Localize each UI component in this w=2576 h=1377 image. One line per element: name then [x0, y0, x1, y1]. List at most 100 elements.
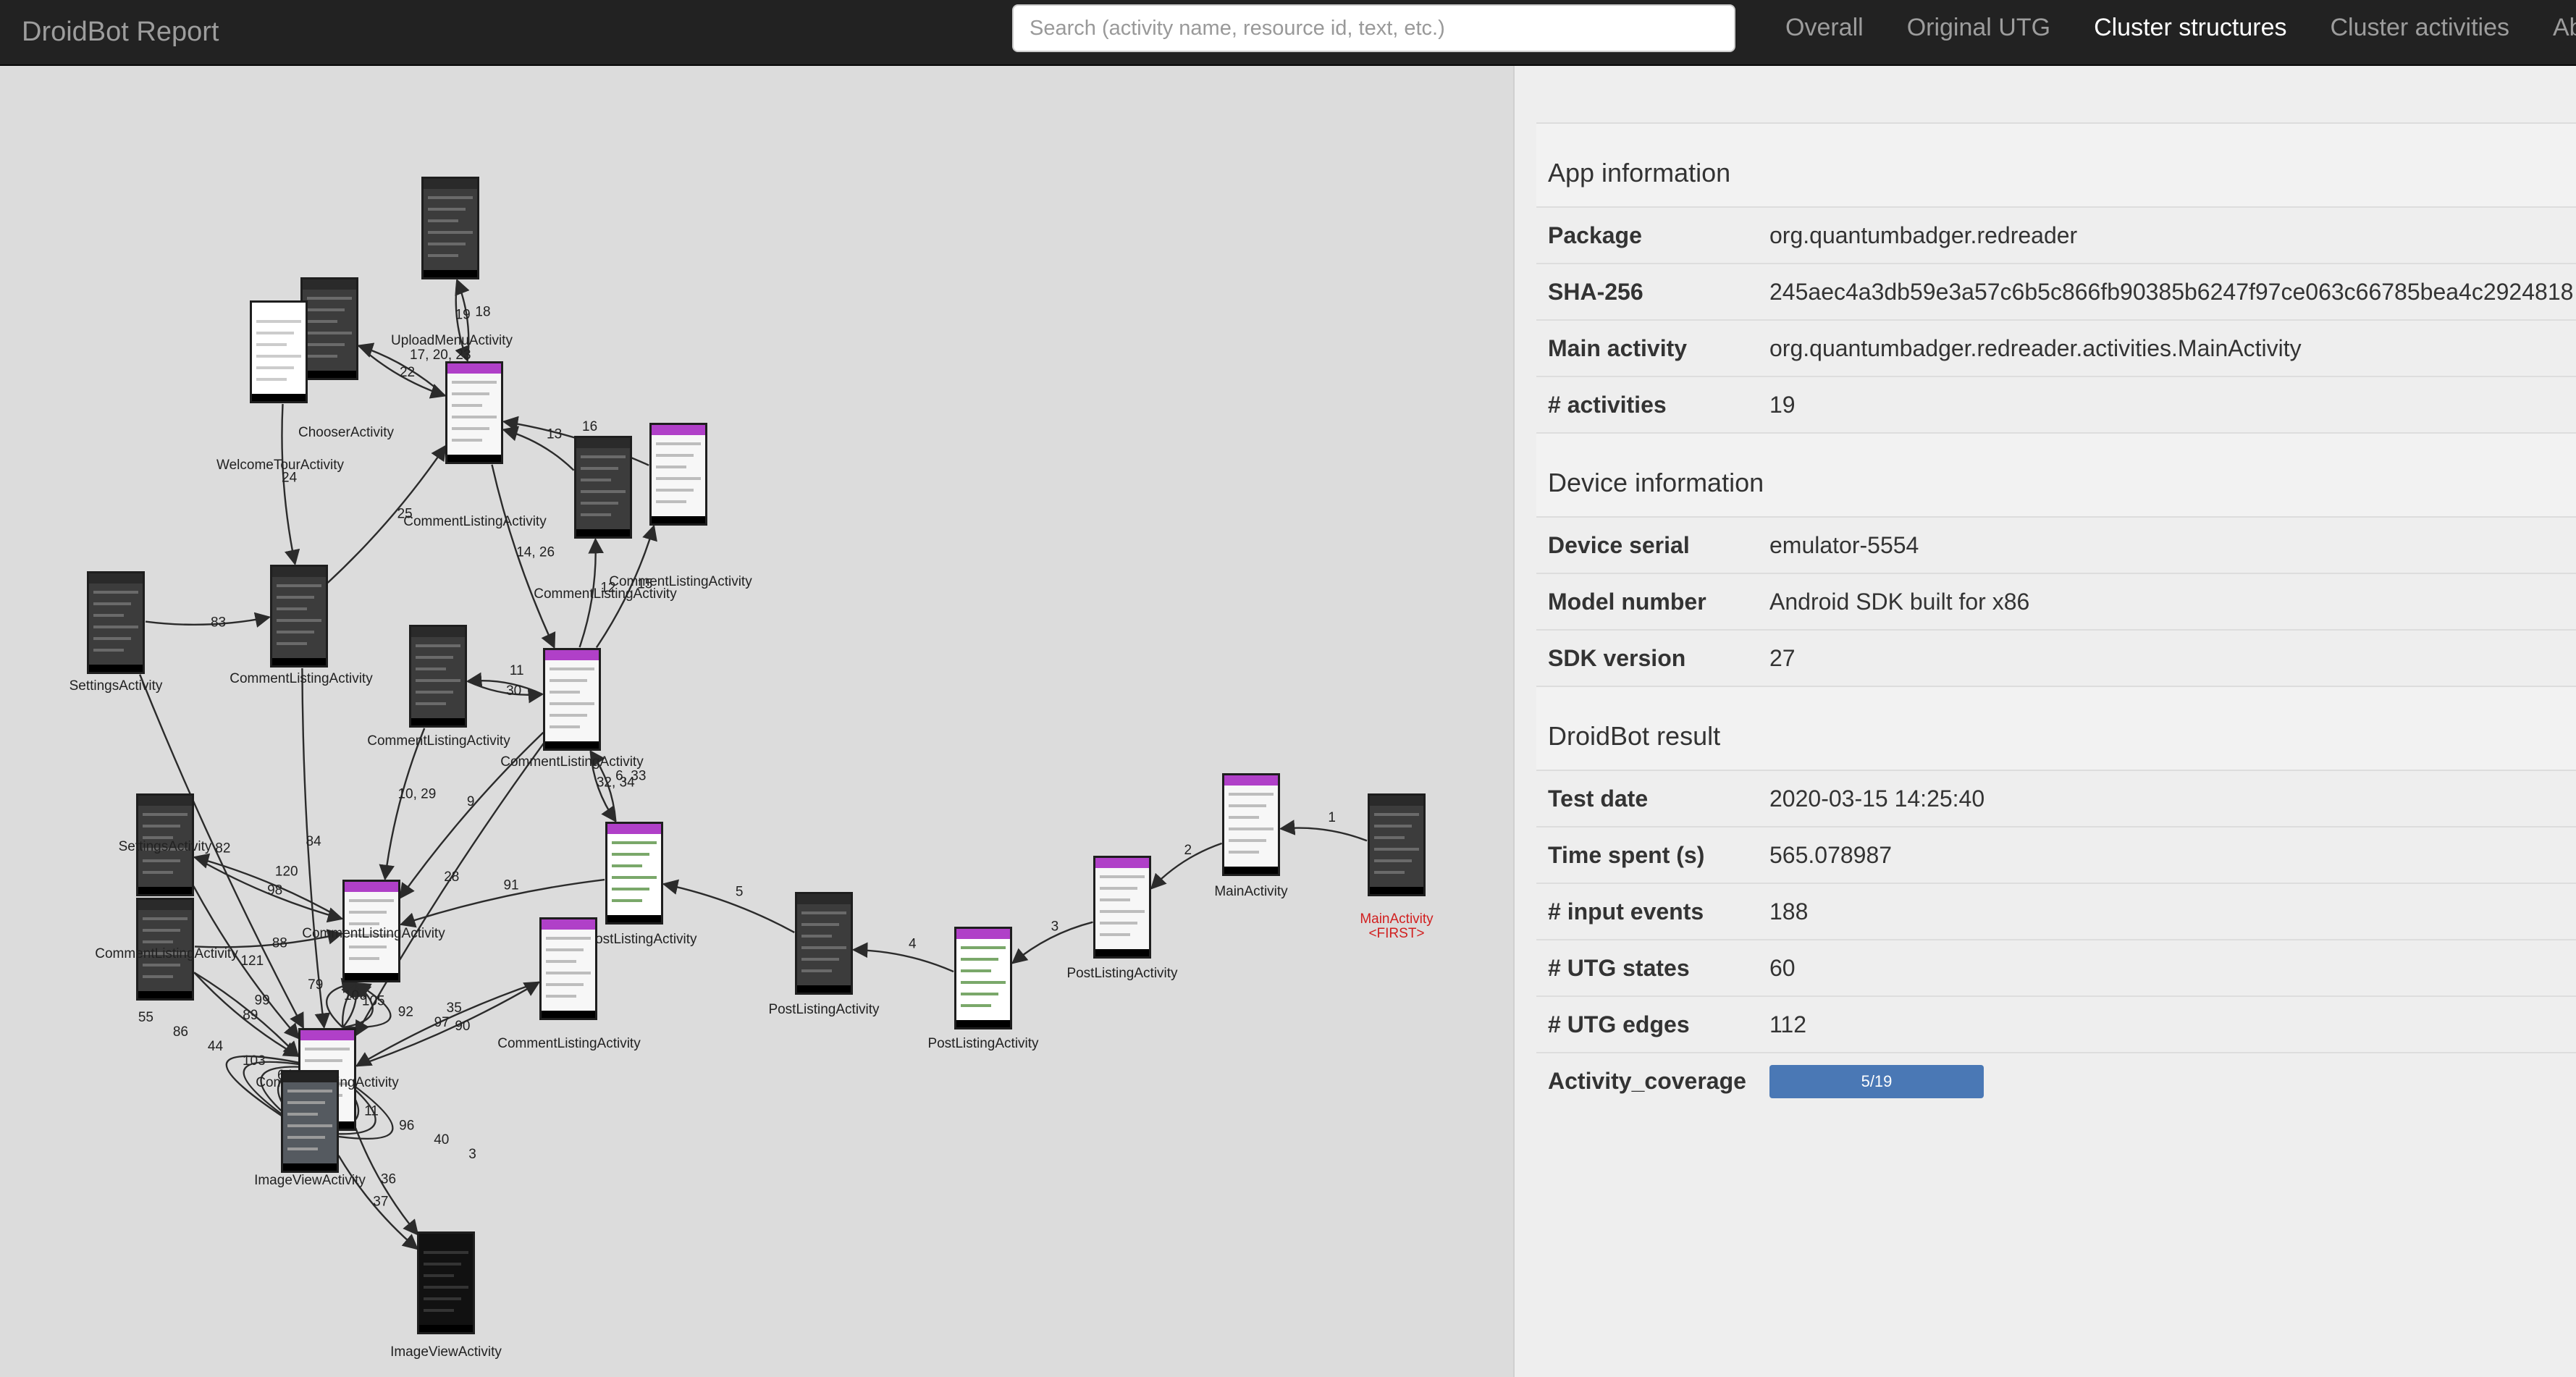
- node-content-line: [801, 923, 839, 926]
- node-content-line: [801, 958, 839, 961]
- info-key: Device serial: [1536, 516, 1758, 573]
- graph-node-comment-mid[interactable]: CommentListingActivity: [302, 880, 445, 982]
- nav-overall[interactable]: Overall: [1764, 0, 1885, 55]
- graph-edge[interactable]: [502, 426, 575, 471]
- graph-node-image2[interactable]: ImageViewActivity: [390, 1231, 502, 1360]
- graph-node-main-first[interactable]: MainActivity<FIRST>: [1360, 793, 1434, 941]
- info-value: 565.078987: [1758, 826, 2576, 883]
- node-screenshot: [447, 363, 501, 462]
- node-nav-bar: [283, 1163, 337, 1171]
- brand-title[interactable]: DroidBot Report: [22, 13, 219, 51]
- nav-about[interactable]: About: [2531, 0, 2576, 55]
- graph-edge[interactable]: [851, 942, 954, 973]
- edge-label: 89: [243, 1008, 258, 1023]
- graph-edge[interactable]: [145, 612, 272, 628]
- node-content-line: [961, 1004, 991, 1007]
- graph-node-postlist-a[interactable]: PostListingActivity: [768, 892, 880, 1017]
- info-key: # activities: [1536, 376, 1758, 433]
- node-screenshot: [252, 303, 306, 401]
- info-value: 19: [1758, 376, 2576, 433]
- node-content-line: [256, 378, 287, 381]
- node-content-line: [656, 442, 701, 445]
- node-header-bar: [272, 567, 326, 577]
- node-content-line: [143, 975, 173, 978]
- nav-links: Overall Original UTG Cluster structures …: [1764, 0, 2576, 55]
- utg-graph[interactable]: 123456, 3332, 34113092814, 2612161315181…: [0, 66, 1513, 1377]
- edge-label: 37: [373, 1195, 388, 1210]
- node-label: SettingsActivity: [119, 839, 212, 854]
- edge-label: 19: [455, 307, 471, 322]
- node-screenshot: [1095, 858, 1149, 956]
- node-screenshot: [419, 1234, 473, 1332]
- search-input[interactable]: [1012, 4, 1735, 52]
- node-content-line: [277, 596, 314, 599]
- node-content-line: [546, 937, 591, 940]
- nav-cluster-activities[interactable]: Cluster activities: [2308, 0, 2531, 55]
- graph-node-settings2[interactable]: SettingsActivity: [119, 793, 212, 896]
- node-content-line: [93, 614, 124, 617]
- graph-node-postlist-b[interactable]: PostListingActivity: [927, 927, 1039, 1051]
- nav-cluster-structures[interactable]: Cluster structures: [2072, 0, 2308, 55]
- droidbot-result-heading: DroidBot result: [1536, 686, 2576, 770]
- info-key: Model number: [1536, 573, 1758, 630]
- node-content-line: [961, 958, 998, 961]
- edge-label: 14, 26: [516, 545, 555, 560]
- node-nav-bar: [607, 915, 661, 922]
- graph-node-comment-left[interactable]: CommentListingActivity: [95, 898, 238, 1001]
- graph-edge[interactable]: [379, 728, 426, 881]
- graph-node-comment-dialog[interactable]: CommentListingActivity: [367, 625, 510, 749]
- graph-edge[interactable]: [1279, 820, 1368, 842]
- edge-label: 92: [398, 1004, 413, 1019]
- node-label: CommentListingActivity: [302, 926, 445, 941]
- node-content-line: [546, 948, 584, 951]
- node-header-bar: [797, 894, 851, 904]
- graph-node-upload[interactable]: UploadMenuActivity: [391, 177, 513, 348]
- nav-original-utg[interactable]: Original UTG: [1885, 0, 2072, 55]
- navbar: DroidBot Report Overall Original UTG Clu…: [0, 0, 2576, 66]
- node-content-line: [424, 1286, 468, 1289]
- node-label: MainActivity: [1214, 884, 1288, 899]
- node-header-bar: [138, 796, 192, 806]
- node-content-line: [143, 825, 180, 828]
- node-content-line: [307, 332, 352, 334]
- node-content-line: [656, 454, 694, 457]
- node-label: MainActivity: [1360, 911, 1434, 927]
- edge-label: 88: [272, 935, 287, 951]
- info-key: SHA-256: [1536, 263, 1758, 320]
- graph-node-main[interactable]: MainActivity: [1214, 773, 1288, 899]
- node-screenshot: [1224, 775, 1278, 874]
- graph-node-settings[interactable]: SettingsActivity: [70, 571, 163, 694]
- graph-node-postlist-mid[interactable]: PostListingActivity: [586, 822, 697, 947]
- node-content-line: [307, 308, 345, 311]
- edge-label: 90: [455, 1019, 470, 1034]
- utg-graph-canvas[interactable]: 1 2 3 4 5 6, 33 32, 34 11 30 9 28 14, 26 12 16 13 15 18 1…: [0, 66, 1513, 1377]
- info-key: # input events: [1536, 883, 1758, 940]
- info-value: 245aec4a3db59e3a57c6b5c866fb90385b6247f9…: [1758, 263, 2576, 320]
- node-screenshot: [956, 929, 1010, 1027]
- node-content-line: [801, 969, 832, 972]
- info-value: 2020-03-15 14:25:40: [1758, 770, 2576, 827]
- graph-node-comment-top[interactable]: CommentListingActivity: [403, 361, 547, 529]
- node-content-line: [656, 489, 694, 492]
- node-content-line: [1229, 839, 1266, 842]
- graph-node-postlist-c[interactable]: PostListingActivity: [1066, 856, 1178, 981]
- edge-label: 22: [400, 365, 415, 380]
- node-label: PostListingActivity: [1066, 966, 1178, 981]
- node-content-line: [424, 1251, 468, 1254]
- info-key: # UTG states: [1536, 939, 1758, 996]
- graph-node-comment-dark[interactable]: CommentListingActivity: [230, 565, 373, 686]
- info-row-test-date: Test date 2020-03-15 14:25:40: [1536, 770, 2576, 827]
- edge-label: 82: [215, 841, 230, 856]
- info-row-model-number: Model number Android SDK built for x86: [1536, 573, 2576, 630]
- graph-edge[interactable]: [662, 879, 795, 933]
- info-value: 188: [1758, 883, 2576, 940]
- node-content-line: [93, 602, 131, 605]
- info-row-activity-coverage: Activity_coverage 5/19: [1536, 1052, 2576, 1109]
- graph-node-chooser[interactable]: ChooserActivity: [298, 277, 394, 440]
- node-label: WelcomeTourActivity: [216, 458, 344, 473]
- node-label: SettingsActivity: [70, 678, 163, 694]
- node-content-line: [143, 964, 180, 967]
- node-label: CommentListingActivity: [403, 514, 547, 529]
- edge-label: 44: [208, 1039, 224, 1054]
- node-content-line: [416, 702, 446, 705]
